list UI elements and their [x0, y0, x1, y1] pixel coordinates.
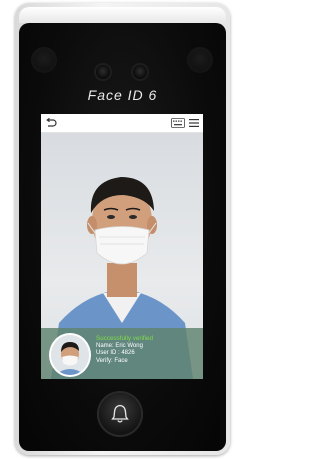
- device-top-highlight: [19, 7, 226, 23]
- right-sensor-icon: [187, 47, 213, 73]
- screen-toolbar: [41, 114, 203, 133]
- left-camera-icon: [96, 65, 110, 79]
- user-avatar: [49, 333, 91, 377]
- verification-result-panel: Successfully verified Name: Eric Wong Us…: [41, 328, 203, 379]
- back-icon[interactable]: [45, 117, 57, 129]
- user-name: Name: Eric Wong: [96, 342, 143, 349]
- doorbell-icon: [111, 404, 129, 423]
- right-camera-icon: [133, 65, 147, 79]
- verification-details: Successfully verified Name: Eric Wong Us…: [96, 335, 153, 365]
- verification-status: Successfully verified: [96, 335, 154, 342]
- keyboard-icon[interactable]: [171, 118, 185, 128]
- verify-method: Verify: Face: [96, 357, 128, 364]
- device-brand-label: Face ID 6: [87, 87, 158, 103]
- user-id: User ID : 4826: [96, 350, 135, 357]
- device-screen: Successfully verified Name: Eric Wong Us…: [41, 114, 203, 379]
- doorbell-button[interactable]: [99, 393, 141, 435]
- left-sensor-icon: [31, 47, 57, 73]
- menu-icon[interactable]: [189, 118, 199, 128]
